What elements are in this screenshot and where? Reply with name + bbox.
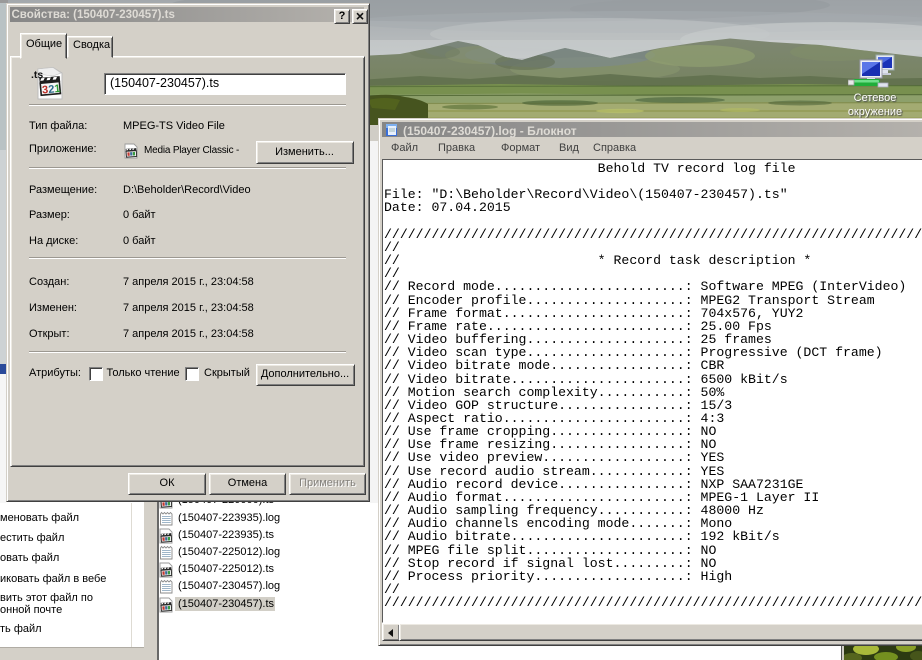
svg-text:1: 1 xyxy=(54,83,61,95)
